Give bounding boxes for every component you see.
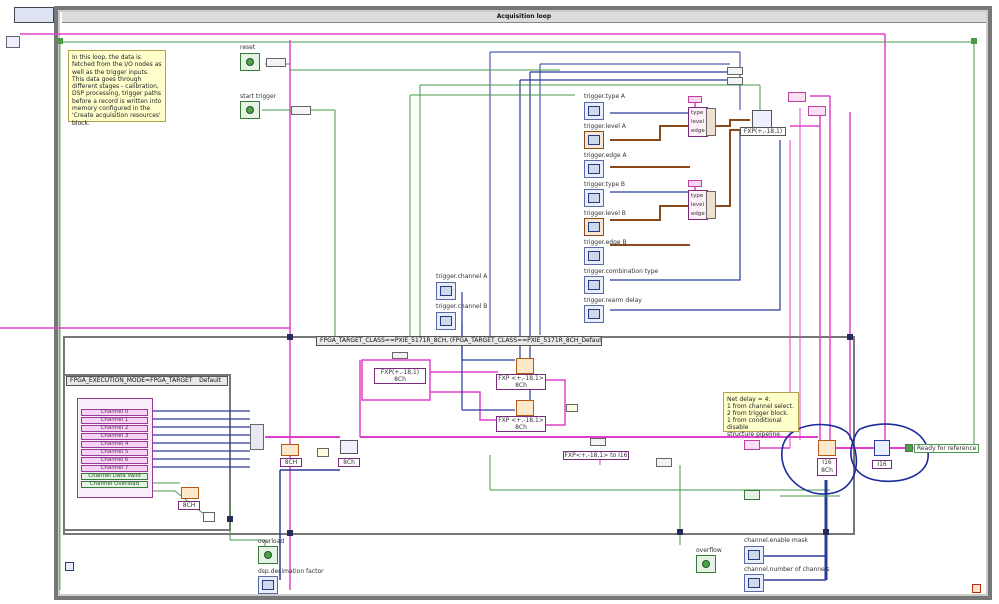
pencil-icon xyxy=(874,440,890,456)
channel-item: Channel Data Valid xyxy=(81,473,148,480)
trigger-type-a-control[interactable] xyxy=(584,102,604,120)
trigger-b-const xyxy=(688,180,702,187)
fxp-box-2[interactable]: FXP <+,-18,1> 8Ch xyxy=(496,374,546,390)
channel-item: Channel 7 xyxy=(81,465,148,472)
dsp-decimation-control[interactable] xyxy=(258,576,278,594)
channel-item: Channel 1 xyxy=(81,417,148,424)
trigger-level-a-control[interactable] xyxy=(584,131,604,149)
channel-number-control[interactable] xyxy=(744,574,764,592)
or-node xyxy=(203,512,215,522)
overload-node xyxy=(181,487,199,499)
fxp-node-1 xyxy=(516,358,534,374)
convert-node xyxy=(590,438,606,446)
trigger-type-b-control[interactable] xyxy=(584,189,604,207)
dsp-node xyxy=(340,440,358,454)
small-const-a xyxy=(317,448,329,457)
trigger-combination-type-control[interactable] xyxy=(584,276,604,294)
channel-item: Channel 4 xyxy=(81,441,148,448)
overflow-label: overflow xyxy=(696,547,722,554)
trigger-edge-b-label: trigger.edge B xyxy=(584,239,627,246)
trigger-a-bundle: type level edge xyxy=(688,107,708,137)
trigger-type-a-label: trigger.type A xyxy=(584,93,626,100)
reset-control[interactable] xyxy=(240,53,260,71)
fxp-node-2 xyxy=(516,400,534,416)
trigger-a-bundle-out xyxy=(706,108,716,136)
trigger-edge-b-control[interactable] xyxy=(584,247,604,265)
channel-item: Channel 3 xyxy=(81,433,148,440)
channel-item: Channel Overload xyxy=(81,481,148,488)
trigger-b-bundle: type level edge xyxy=(688,190,708,220)
channel-number-label: channel.number of channels xyxy=(744,566,830,573)
trigger-edge-a-label: trigger.edge A xyxy=(584,152,627,159)
channel-select-node xyxy=(281,444,299,456)
execution-mode-selector[interactable]: FPGA_EXECUTION_MODE=FPGA_TARGET Default xyxy=(66,376,228,386)
channel-item: Channel 0 xyxy=(81,409,148,416)
loop-title: Acquisition loop xyxy=(62,12,986,23)
build-array-node xyxy=(250,424,264,450)
error-cluster-control[interactable] xyxy=(14,7,54,23)
trigger-channel-b-label: trigger.channel B xyxy=(436,303,488,310)
channel-item: Channel 2 xyxy=(81,425,148,432)
small-const-b xyxy=(566,404,578,412)
ch8-ring-3[interactable]: 8Ch xyxy=(338,458,360,467)
reset-label: reset xyxy=(240,44,256,51)
fxp-box-3[interactable]: FXP <+,-18,1> 8Ch xyxy=(496,416,546,432)
overload-label: overload xyxy=(258,538,285,545)
reset-compare-node xyxy=(266,58,286,67)
delay-comment: Net delay = 4: 1 from channel select. 2 … xyxy=(723,392,799,438)
i16-8ch-ring[interactable]: I16 8Ch xyxy=(817,458,837,476)
trigger-level-b-control[interactable] xyxy=(584,218,604,236)
pink-const-1 xyxy=(788,92,806,102)
channel-item: Channel 6 xyxy=(81,457,148,464)
channel-item: Channel 5 xyxy=(81,449,148,456)
trigger-edge-a-control[interactable] xyxy=(584,160,604,178)
trigger-rearm-delay-label: trigger.rearm delay xyxy=(584,297,642,304)
i16-small-node xyxy=(656,458,672,467)
fxp-node-small xyxy=(392,352,408,359)
target-class-selector[interactable]: FPGA_TARGET_CLASS==PXIE_5171R_8CH, (FPGA… xyxy=(316,336,602,346)
start-trigger-label: start trigger xyxy=(240,93,277,100)
trigger-level-a-label: trigger.level A xyxy=(584,123,626,130)
ready-indicator-icon xyxy=(905,444,913,452)
fxp-type-top[interactable]: FXP(+,-18,1) xyxy=(740,127,786,136)
start-trigger-control[interactable] xyxy=(240,101,260,119)
ready-for-reference-label: Ready for reference xyxy=(914,444,980,453)
dsp-decimation-label: dsp.decimation factor xyxy=(258,568,324,575)
fxp-box-1[interactable]: FXP(+,-18,1) 8Ch xyxy=(374,368,426,384)
iteration-terminal xyxy=(65,562,74,571)
green-const xyxy=(744,490,760,500)
channel-enable-mask-label: channel.enable mask xyxy=(744,537,809,544)
memory-write-node xyxy=(818,440,836,456)
top-node-1 xyxy=(727,67,743,75)
trigger-channel-a-label: trigger.channel A xyxy=(436,273,488,280)
channel-cluster: Channel 0 Channel 1 Channel 2 Channel 3 … xyxy=(77,398,153,498)
description-comment: In this loop, the data is fetched from t… xyxy=(68,50,166,127)
top-node-2 xyxy=(727,77,743,85)
fxp-to-i16-ring[interactable]: FXP<+,-18,1> to I16 xyxy=(563,451,629,460)
trigger-type-b-label: trigger.type B xyxy=(584,181,626,188)
stop-indicator-icon xyxy=(6,36,20,48)
trigger-rearm-delay-control[interactable] xyxy=(584,305,604,323)
trigger-level-b-label: trigger.level B xyxy=(584,210,626,217)
trigger-subvi xyxy=(752,110,772,128)
overflow-indicator xyxy=(696,555,716,573)
ch8-ring-1[interactable]: 8CH xyxy=(280,458,302,467)
block-diagram: Acquisition loop In this loop, the data … xyxy=(0,0,999,604)
trigger-b-bundle-out xyxy=(706,191,716,219)
pink-const-2 xyxy=(808,106,826,116)
trigger-a-const xyxy=(688,96,702,103)
pink-const-3 xyxy=(744,440,760,450)
start-trigger-node xyxy=(291,106,311,115)
overload-indicator xyxy=(258,546,278,564)
i16-ring[interactable]: I16 xyxy=(872,460,892,469)
trigger-combination-type-label: trigger.combination type xyxy=(584,268,659,275)
ch8-ring-2[interactable]: 8CH xyxy=(178,501,200,510)
trigger-channel-b-control[interactable] xyxy=(436,312,456,330)
channel-enable-mask-control[interactable] xyxy=(744,546,764,564)
trigger-channel-a-control[interactable] xyxy=(436,282,456,300)
stop-terminal-icon[interactable] xyxy=(972,584,981,593)
